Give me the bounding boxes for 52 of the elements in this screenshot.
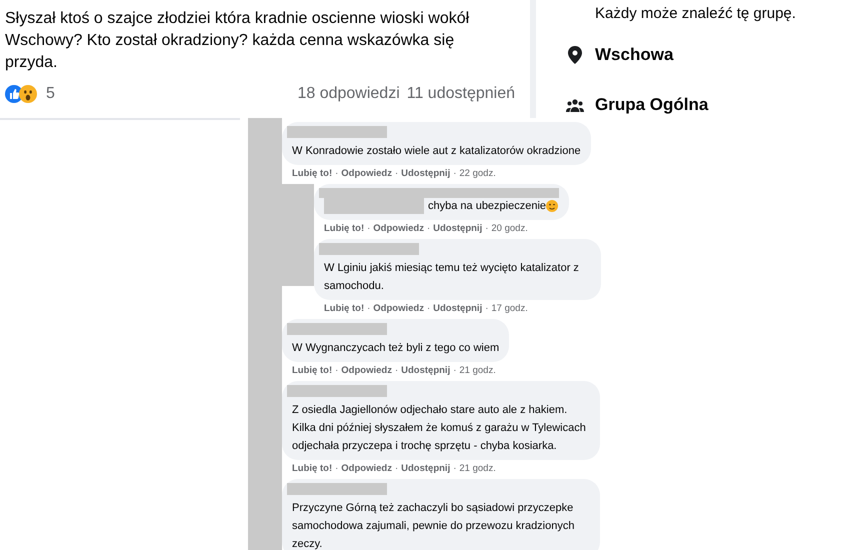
- separator-dot: ·: [394, 168, 398, 179]
- comment-action-link[interactable]: Odpowiedz: [373, 223, 424, 234]
- comment-text: chyba na ubezpieczenie: [428, 198, 546, 214]
- reaction-count[interactable]: 5: [46, 85, 55, 103]
- shares-count[interactable]: 11 udostępnień: [406, 85, 515, 103]
- separator-dot: ·: [367, 223, 370, 234]
- comments-count[interactable]: 18 odpowiedzi: [297, 85, 400, 103]
- wow-reaction-icon: [19, 85, 37, 103]
- separator-dot: ·: [485, 303, 488, 314]
- wink-emoji-icon: [546, 200, 558, 212]
- comment-time: 21 godz.: [459, 463, 496, 474]
- separator-dot: ·: [394, 463, 398, 474]
- comment-action-link[interactable]: Lubię to!: [324, 223, 364, 234]
- comment-text: W Wygnanczycach też byli z tego co wiem: [292, 342, 500, 354]
- comment-text: Przyczyne Górną też zachaczyli bo sąsiadowi przyczepke samochodowa zajumali, pewnie do przewozu kradzionych zeczy.: [292, 502, 574, 550]
- separator-dot: ·: [453, 365, 456, 376]
- comment-action-link[interactable]: Lubię to!: [292, 168, 332, 179]
- comment-action-link[interactable]: Udostępnij: [401, 365, 450, 376]
- comment-time: 21 godz.: [459, 365, 496, 376]
- comment-text: W Konradowie zostało wiele aut z katalizatorów okradzione: [292, 145, 581, 157]
- separator-dot: ·: [367, 303, 370, 314]
- comment-text: W Lginiu jakiś miesiąc temu też wycięto katalizator z samochodu.: [324, 262, 579, 292]
- comment-action-link[interactable]: Udostępnij: [433, 303, 482, 314]
- separator-dot: ·: [485, 223, 488, 234]
- separator-dot: ·: [453, 168, 456, 179]
- group-visibility-text: Każdy może znaleźć tę grupę.: [595, 4, 797, 24]
- comment-action-link[interactable]: Udostępnij: [433, 223, 482, 234]
- comment-time: 20 godz.: [491, 223, 528, 234]
- location-pin-icon: [568, 46, 582, 64]
- group-people-icon: [566, 98, 584, 112]
- comment-time: 17 godz.: [491, 303, 528, 314]
- comment-action-link[interactable]: Odpowiedz: [341, 365, 392, 376]
- separator-dot: ·: [453, 463, 456, 474]
- group-info-label: Grupa Ogólna: [595, 95, 708, 115]
- comment-action-link[interactable]: Lubię to!: [324, 303, 364, 314]
- comment-action-link[interactable]: Odpowiedz: [373, 303, 424, 314]
- comment-action-link[interactable]: Lubię to!: [292, 365, 332, 376]
- comment-action-link[interactable]: Udostępnij: [401, 168, 450, 179]
- group-info-label: Wschowa: [595, 45, 674, 65]
- comment-text: Z osiedla Jagiellonów odjechało stare auto ale z hakiem. Kilka dni później słyszałem że komuś z garażu w Tylewicach odjechała przyczepa i trochę sprzętu - chyba kosiarka.: [292, 404, 586, 452]
- separator-dot: ·: [335, 463, 338, 474]
- post-text: Słyszał ktoś o szajce złodziei która kradnie oscienne wioski wokół Wschowy? Kto został okradziony? każda cenna wskazówka się przyda.: [5, 9, 470, 73]
- separator-dot: ·: [335, 365, 338, 376]
- comment-action-link[interactable]: Lubię to!: [292, 463, 332, 474]
- separator-dot: ·: [335, 168, 338, 179]
- comment-action-link[interactable]: Odpowiedz: [341, 463, 392, 474]
- separator-dot: ·: [394, 365, 398, 376]
- separator-dot: ·: [426, 223, 430, 234]
- separator-dot: ·: [426, 303, 430, 314]
- comment-time: 22 godz.: [459, 168, 496, 179]
- comment-action-link[interactable]: Odpowiedz: [341, 168, 392, 179]
- comment-action-link[interactable]: Udostępnij: [401, 463, 450, 474]
